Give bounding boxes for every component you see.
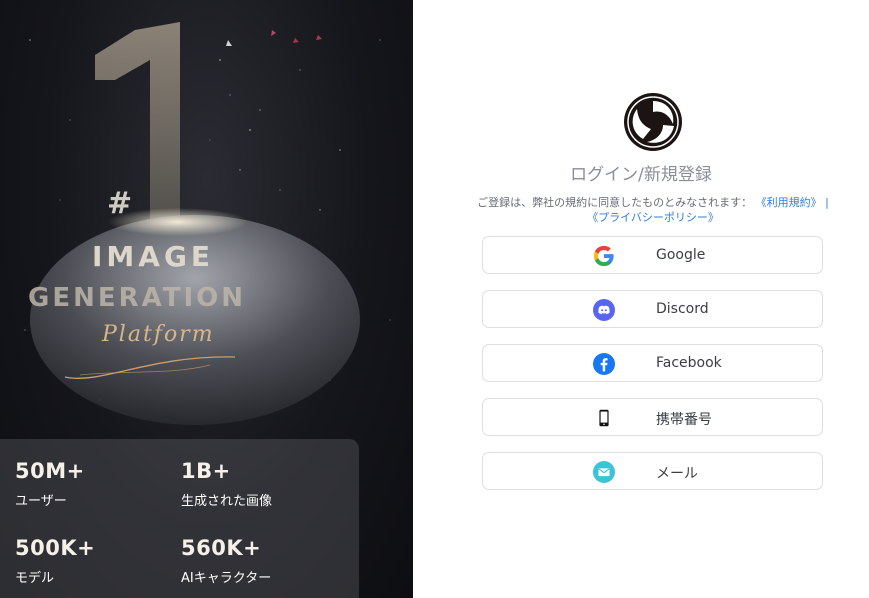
- stat-label: AIキャラクター: [181, 571, 272, 586]
- discord-login-button[interactable]: Discord: [482, 290, 823, 328]
- login-panel: ログイン/新規登録 ご登録は、弊社の規約に同意したものとみなされます： 《利用規…: [413, 0, 869, 598]
- discord-button-label: Discord: [656, 301, 709, 317]
- stat-value: 500K+: [15, 536, 96, 560]
- google-login-button[interactable]: Google: [482, 236, 823, 274]
- stat-label: モデル: [15, 571, 55, 586]
- stat-value: 50M+: [15, 459, 85, 483]
- hero-hash: #: [107, 186, 133, 221]
- mobile-login-button[interactable]: 携帯番号: [482, 398, 823, 436]
- hero-swash-decoration: [64, 356, 236, 379]
- terms-text: ご登録は、弊社の規約に同意したものとみなされます：: [477, 196, 753, 209]
- stat-value: 560K+: [181, 536, 262, 560]
- terms-of-service-link[interactable]: 《利用規約》: [756, 196, 822, 209]
- hero-line-generation: GENERATION: [28, 283, 247, 313]
- google-icon: [593, 245, 614, 267]
- facebook-login-button[interactable]: Facebook: [482, 344, 823, 382]
- stats-card: 50M+ ユーザー 1B+ 生成された画像 500K+ モデル 560K+ AI…: [0, 439, 359, 598]
- facebook-icon: [593, 353, 615, 375]
- promo-panel: # IMAGE GENERATION Platform 50M+ ユーザー 1B…: [0, 0, 413, 598]
- stat-value: 1B+: [181, 459, 231, 483]
- mail-button-label: メール: [656, 466, 698, 482]
- terms-separator: |: [821, 196, 829, 209]
- google-button-label: Google: [656, 247, 706, 263]
- mail-icon: [593, 461, 615, 483]
- stat-models: 500K+ モデル: [15, 536, 95, 586]
- privacy-policy-link[interactable]: 《プライバシーポリシー》: [587, 211, 719, 224]
- terms-notice: ご登録は、弊社の規約に同意したものとみなされます： 《利用規約》 | 《プライバ…: [453, 195, 853, 225]
- email-login-button[interactable]: メール: [482, 452, 823, 490]
- stat-users: 50M+ ユーザー: [15, 459, 85, 509]
- facebook-button-label: Facebook: [656, 355, 722, 371]
- stat-label: ユーザー: [15, 494, 67, 509]
- brand-logo: [624, 93, 682, 151]
- stat-label: 生成された画像: [181, 494, 273, 509]
- hero-line-platform: Platform: [102, 322, 215, 347]
- hero-line-image: IMAGE: [92, 240, 215, 273]
- stat-images: 1B+ 生成された画像: [181, 459, 272, 509]
- login-title: ログイン/新規登録: [570, 165, 712, 185]
- mobile-phone-icon: [599, 409, 609, 427]
- mobile-button-label: 携帯番号: [656, 412, 712, 428]
- discord-icon: [593, 299, 615, 321]
- stat-ai-characters: 560K+ AIキャラクター: [181, 536, 271, 586]
